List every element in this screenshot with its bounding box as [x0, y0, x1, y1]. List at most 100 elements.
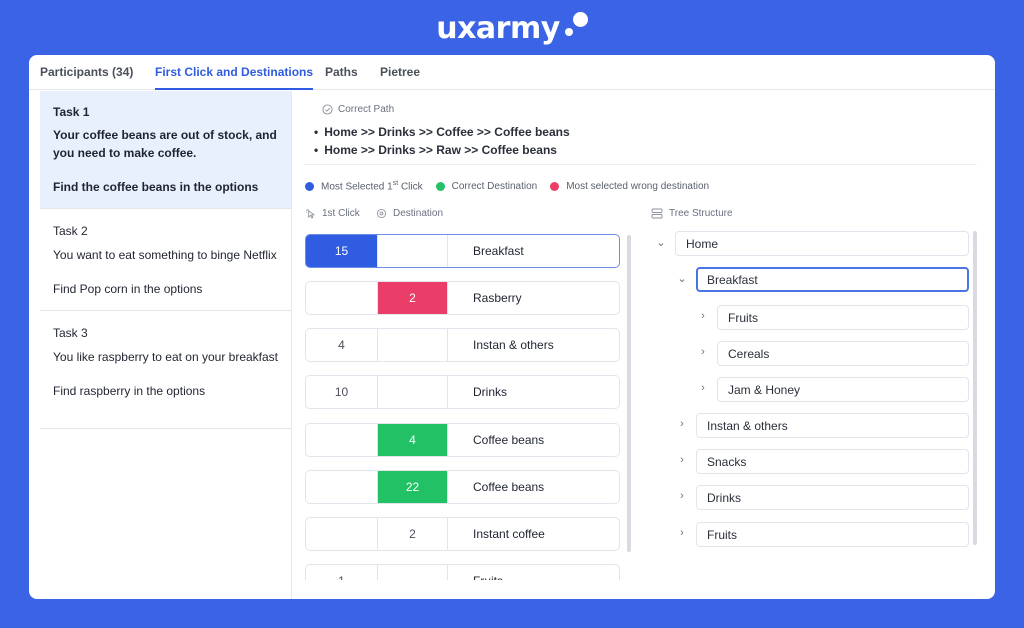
- tab-participants[interactable]: Participants (34): [40, 65, 133, 90]
- node-name: Instan & others: [473, 338, 554, 352]
- legend-most-selected: Most Selected 1st Click: [305, 180, 423, 192]
- destination-row[interactable]: 2 Rasberry: [305, 281, 620, 315]
- task-instruction: Find Pop corn in the options: [53, 282, 203, 296]
- chevron-right-icon[interactable]: ›: [676, 527, 688, 539]
- first-click-count: [306, 424, 377, 456]
- destination-count: 22: [377, 471, 448, 503]
- destination-row[interactable]: 15 Breakfast: [305, 234, 620, 268]
- task-item-2[interactable]: Task 2 You want to eat something to bing…: [40, 209, 291, 311]
- first-click-count: [306, 518, 377, 550]
- tree-node-cereals[interactable]: Cereals: [717, 341, 969, 366]
- first-click-count: 10: [334, 385, 349, 399]
- task-description: You like raspberry to eat on your breakf…: [53, 350, 279, 364]
- tree-node-jam-honey[interactable]: Jam & Honey: [717, 377, 969, 402]
- destination-count: [377, 235, 448, 267]
- destination-count: 2: [377, 518, 448, 550]
- first-click-header: 1st Click: [305, 208, 360, 219]
- tree-node-drinks[interactable]: Drinks: [696, 485, 969, 510]
- chevron-right-icon[interactable]: ›: [676, 454, 688, 466]
- chevron-right-icon[interactable]: ›: [697, 310, 709, 322]
- chevron-right-icon[interactable]: ›: [676, 490, 688, 502]
- destination-row[interactable]: 10 Drinks: [305, 375, 620, 409]
- chevron-right-icon[interactable]: ›: [676, 418, 688, 430]
- tree-icon: [651, 208, 663, 219]
- legend-wrong-label: Most selected wrong destination: [566, 180, 710, 192]
- tree-node-fruits-2[interactable]: Fruits: [696, 522, 969, 547]
- tree-node-breakfast[interactable]: Breakfast: [696, 267, 969, 292]
- destination-row[interactable]: 22 Coffee beans: [305, 470, 620, 504]
- destination-count: 4: [377, 424, 448, 456]
- correct-path-item: Home >> Drinks >> Coffee >> Coffee beans: [314, 125, 569, 139]
- destination-label: Destination: [393, 208, 444, 219]
- first-click-label: 1st Click: [322, 208, 360, 219]
- destination-row[interactable]: 4 Coffee beans: [305, 423, 620, 457]
- destination-rows: 15 Breakfast 2 Rasberry 4 Instan & other…: [305, 234, 620, 580]
- task-title: Task 3: [53, 326, 88, 340]
- chevron-right-icon[interactable]: ›: [697, 346, 709, 358]
- node-name: Breakfast: [473, 244, 524, 258]
- destination-header: Destination: [376, 208, 443, 219]
- task-item-3[interactable]: Task 3 You like raspberry to eat on your…: [40, 311, 291, 429]
- results-panel: Participants (34) First Click and Destin…: [29, 55, 995, 599]
- brand-mark-icon: [562, 12, 588, 38]
- destination-count: 2: [377, 282, 448, 314]
- correct-path-label: Correct Path: [338, 104, 395, 115]
- rows-scrollbar[interactable]: [627, 235, 631, 552]
- chevron-down-icon[interactable]: ⌄: [676, 272, 688, 285]
- task-title: Task 2: [53, 224, 88, 238]
- task-instruction: Find raspberry in the options: [53, 384, 206, 398]
- node-name: Rasberry: [473, 291, 522, 305]
- destination-count: [377, 376, 448, 408]
- correct-path-header: Correct Path: [322, 104, 394, 115]
- brand-name: uxarmy: [436, 10, 560, 46]
- tree-node-fruits[interactable]: Fruits: [717, 305, 969, 330]
- task-instruction: Find the coffee beans in the options: [53, 180, 259, 194]
- destination-count: [377, 329, 448, 361]
- cursor-click-icon: [305, 208, 316, 219]
- task-list: Task 1 Your coffee beans are out of stoc…: [40, 91, 291, 599]
- first-click-count: [306, 282, 377, 314]
- task-description: You want to eat something to binge Netfl…: [53, 248, 277, 262]
- chevron-down-icon[interactable]: ⌄: [655, 236, 667, 249]
- destination-row[interactable]: 1 Fruits: [305, 564, 620, 580]
- destination-row[interactable]: 4 Instan & others: [305, 328, 620, 362]
- node-name: Coffee beans: [473, 433, 545, 447]
- task-description: Your coffee beans are out of stock, and: [53, 128, 277, 142]
- green-dot-icon: [435, 181, 445, 191]
- tree-scrollbar[interactable]: [973, 231, 977, 545]
- red-dot-icon: [550, 181, 560, 191]
- first-click-count: 15: [306, 235, 377, 267]
- check-circle-icon: [322, 104, 333, 115]
- tree-structure-header: Tree Structure: [651, 208, 733, 219]
- task-title: Task 1: [53, 105, 90, 119]
- legend-correct: Correct Destination: [435, 180, 538, 192]
- task-description-line2: you need to make coffee.: [53, 146, 197, 160]
- node-name: Coffee beans: [473, 480, 545, 494]
- brand-logo: uxarmy: [0, 10, 1024, 46]
- target-icon: [376, 208, 387, 219]
- tree-node-snacks[interactable]: Snacks: [696, 449, 969, 474]
- tree-node-home[interactable]: Home: [675, 231, 969, 256]
- legend-wrong: Most selected wrong destination: [550, 181, 709, 192]
- task-item-1[interactable]: Task 1 Your coffee beans are out of stoc…: [40, 91, 291, 209]
- correct-path-item: Home >> Drinks >> Raw >> Coffee beans: [314, 143, 557, 157]
- first-click-count: 1: [306, 565, 377, 580]
- tab-bar: Participants (34) First Click and Destin…: [29, 55, 995, 90]
- section-divider: [304, 164, 977, 165]
- legend-most-selected-label: Most Selected 1st Click: [321, 180, 423, 193]
- node-name: Drinks: [473, 385, 508, 399]
- node-name: Fruits: [473, 565, 503, 580]
- chevron-right-icon[interactable]: ›: [697, 382, 709, 394]
- tab-paths[interactable]: Paths: [325, 65, 358, 90]
- sidebar-divider: [291, 91, 292, 599]
- blue-dot-icon: [305, 181, 314, 191]
- destination-count: [377, 565, 448, 580]
- tab-pietree[interactable]: Pietree: [380, 65, 420, 90]
- tab-first-click-destinations[interactable]: First Click and Destinations: [155, 65, 314, 90]
- destination-row[interactable]: 2 Instant coffee: [305, 517, 620, 551]
- first-click-count: [306, 471, 377, 503]
- node-name: Instant coffee: [473, 527, 545, 541]
- first-click-count: 4: [338, 338, 345, 352]
- legend-correct-label: Correct Destination: [451, 180, 538, 192]
- tree-node-instan-others[interactable]: Instan & others: [696, 413, 969, 438]
